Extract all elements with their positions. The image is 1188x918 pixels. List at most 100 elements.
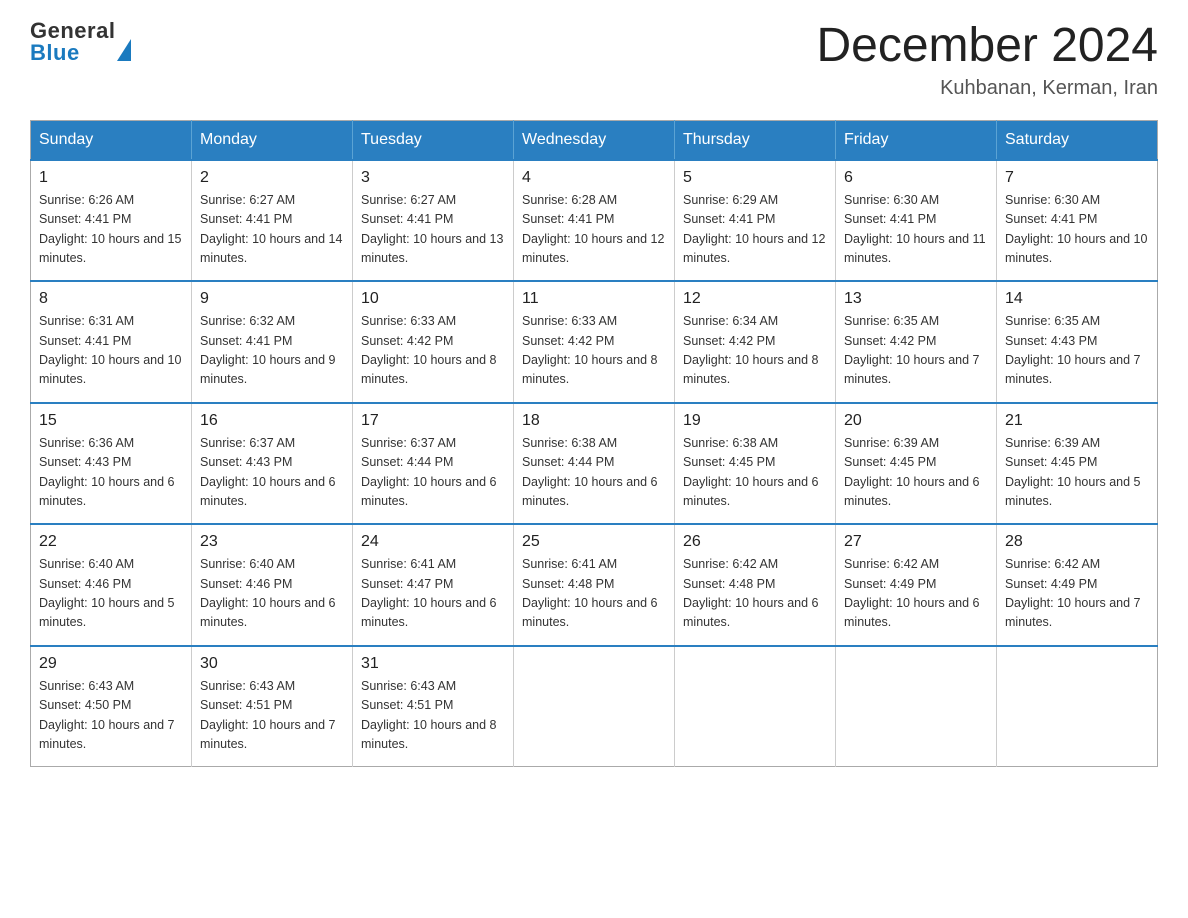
calendar-week-2: 8 Sunrise: 6:31 AMSunset: 4:41 PMDayligh… [31, 281, 1158, 403]
day-info: Sunrise: 6:40 AMSunset: 4:46 PMDaylight:… [200, 555, 344, 633]
logo-blue-text: Blue [30, 42, 115, 64]
calendar-cell: 2 Sunrise: 6:27 AMSunset: 4:41 PMDayligh… [192, 160, 353, 282]
day-info: Sunrise: 6:43 AMSunset: 4:50 PMDaylight:… [39, 677, 183, 755]
day-number: 11 [522, 290, 666, 308]
day-number: 27 [844, 533, 988, 551]
calendar-cell: 13 Sunrise: 6:35 AMSunset: 4:42 PMDaylig… [836, 281, 997, 403]
day-number: 24 [361, 533, 505, 551]
calendar-body: 1 Sunrise: 6:26 AMSunset: 4:41 PMDayligh… [31, 160, 1158, 767]
calendar-week-4: 22 Sunrise: 6:40 AMSunset: 4:46 PMDaylig… [31, 524, 1158, 646]
day-number: 2 [200, 169, 344, 187]
calendar-cell: 8 Sunrise: 6:31 AMSunset: 4:41 PMDayligh… [31, 281, 192, 403]
day-number: 6 [844, 169, 988, 187]
day-info: Sunrise: 6:43 AMSunset: 4:51 PMDaylight:… [200, 677, 344, 755]
day-info: Sunrise: 6:42 AMSunset: 4:48 PMDaylight:… [683, 555, 827, 633]
day-number: 23 [200, 533, 344, 551]
calendar-cell: 18 Sunrise: 6:38 AMSunset: 4:44 PMDaylig… [514, 403, 675, 525]
calendar-cell: 4 Sunrise: 6:28 AMSunset: 4:41 PMDayligh… [514, 160, 675, 282]
day-of-week-friday: Friday [836, 120, 997, 160]
calendar-cell: 28 Sunrise: 6:42 AMSunset: 4:49 PMDaylig… [997, 524, 1158, 646]
day-info: Sunrise: 6:26 AMSunset: 4:41 PMDaylight:… [39, 191, 183, 269]
day-info: Sunrise: 6:27 AMSunset: 4:41 PMDaylight:… [200, 191, 344, 269]
day-info: Sunrise: 6:40 AMSunset: 4:46 PMDaylight:… [39, 555, 183, 633]
day-info: Sunrise: 6:30 AMSunset: 4:41 PMDaylight:… [844, 191, 988, 269]
calendar-cell: 6 Sunrise: 6:30 AMSunset: 4:41 PMDayligh… [836, 160, 997, 282]
calendar-cell: 17 Sunrise: 6:37 AMSunset: 4:44 PMDaylig… [353, 403, 514, 525]
day-number: 22 [39, 533, 183, 551]
day-info: Sunrise: 6:32 AMSunset: 4:41 PMDaylight:… [200, 312, 344, 390]
day-info: Sunrise: 6:35 AMSunset: 4:43 PMDaylight:… [1005, 312, 1149, 390]
day-info: Sunrise: 6:36 AMSunset: 4:43 PMDaylight:… [39, 434, 183, 512]
day-info: Sunrise: 6:42 AMSunset: 4:49 PMDaylight:… [844, 555, 988, 633]
calendar-cell: 9 Sunrise: 6:32 AMSunset: 4:41 PMDayligh… [192, 281, 353, 403]
day-number: 18 [522, 412, 666, 430]
day-info: Sunrise: 6:43 AMSunset: 4:51 PMDaylight:… [361, 677, 505, 755]
day-of-week-tuesday: Tuesday [353, 120, 514, 160]
day-info: Sunrise: 6:27 AMSunset: 4:41 PMDaylight:… [361, 191, 505, 269]
calendar-cell: 27 Sunrise: 6:42 AMSunset: 4:49 PMDaylig… [836, 524, 997, 646]
calendar-cell: 15 Sunrise: 6:36 AMSunset: 4:43 PMDaylig… [31, 403, 192, 525]
calendar-cell: 23 Sunrise: 6:40 AMSunset: 4:46 PMDaylig… [192, 524, 353, 646]
calendar-cell: 12 Sunrise: 6:34 AMSunset: 4:42 PMDaylig… [675, 281, 836, 403]
day-info: Sunrise: 6:38 AMSunset: 4:44 PMDaylight:… [522, 434, 666, 512]
logo-general-text: General [30, 20, 115, 42]
day-of-week-monday: Monday [192, 120, 353, 160]
day-of-week-saturday: Saturday [997, 120, 1158, 160]
day-info: Sunrise: 6:30 AMSunset: 4:41 PMDaylight:… [1005, 191, 1149, 269]
day-info: Sunrise: 6:31 AMSunset: 4:41 PMDaylight:… [39, 312, 183, 390]
day-number: 13 [844, 290, 988, 308]
calendar-cell: 10 Sunrise: 6:33 AMSunset: 4:42 PMDaylig… [353, 281, 514, 403]
calendar-cell [836, 646, 997, 767]
day-of-week-thursday: Thursday [675, 120, 836, 160]
day-info: Sunrise: 6:41 AMSunset: 4:47 PMDaylight:… [361, 555, 505, 633]
calendar-cell: 1 Sunrise: 6:26 AMSunset: 4:41 PMDayligh… [31, 160, 192, 282]
day-number: 19 [683, 412, 827, 430]
day-number: 1 [39, 169, 183, 187]
logo: General Blue [30, 20, 131, 64]
calendar-cell: 19 Sunrise: 6:38 AMSunset: 4:45 PMDaylig… [675, 403, 836, 525]
day-info: Sunrise: 6:28 AMSunset: 4:41 PMDaylight:… [522, 191, 666, 269]
calendar-header: SundayMondayTuesdayWednesdayThursdayFrid… [31, 120, 1158, 160]
day-number: 20 [844, 412, 988, 430]
calendar-cell: 31 Sunrise: 6:43 AMSunset: 4:51 PMDaylig… [353, 646, 514, 767]
calendar-cell: 22 Sunrise: 6:40 AMSunset: 4:46 PMDaylig… [31, 524, 192, 646]
calendar-cell [997, 646, 1158, 767]
day-number: 15 [39, 412, 183, 430]
day-number: 8 [39, 290, 183, 308]
day-number: 30 [200, 655, 344, 673]
logo-triangle-icon [117, 39, 131, 61]
day-number: 29 [39, 655, 183, 673]
day-number: 3 [361, 169, 505, 187]
day-info: Sunrise: 6:42 AMSunset: 4:49 PMDaylight:… [1005, 555, 1149, 633]
calendar-cell [514, 646, 675, 767]
day-of-week-sunday: Sunday [31, 120, 192, 160]
calendar-cell: 29 Sunrise: 6:43 AMSunset: 4:50 PMDaylig… [31, 646, 192, 767]
calendar-cell: 7 Sunrise: 6:30 AMSunset: 4:41 PMDayligh… [997, 160, 1158, 282]
calendar-week-5: 29 Sunrise: 6:43 AMSunset: 4:50 PMDaylig… [31, 646, 1158, 767]
calendar-cell: 5 Sunrise: 6:29 AMSunset: 4:41 PMDayligh… [675, 160, 836, 282]
calendar-cell: 25 Sunrise: 6:41 AMSunset: 4:48 PMDaylig… [514, 524, 675, 646]
day-number: 16 [200, 412, 344, 430]
day-info: Sunrise: 6:33 AMSunset: 4:42 PMDaylight:… [361, 312, 505, 390]
day-info: Sunrise: 6:41 AMSunset: 4:48 PMDaylight:… [522, 555, 666, 633]
calendar-cell: 3 Sunrise: 6:27 AMSunset: 4:41 PMDayligh… [353, 160, 514, 282]
calendar-cell: 26 Sunrise: 6:42 AMSunset: 4:48 PMDaylig… [675, 524, 836, 646]
day-number: 12 [683, 290, 827, 308]
calendar-cell: 24 Sunrise: 6:41 AMSunset: 4:47 PMDaylig… [353, 524, 514, 646]
month-title: December 2024 [816, 20, 1158, 73]
calendar-cell: 30 Sunrise: 6:43 AMSunset: 4:51 PMDaylig… [192, 646, 353, 767]
calendar-cell [675, 646, 836, 767]
day-info: Sunrise: 6:34 AMSunset: 4:42 PMDaylight:… [683, 312, 827, 390]
day-number: 28 [1005, 533, 1149, 551]
page-header: General Blue December 2024 Kuhbanan, Ker… [30, 20, 1158, 100]
title-block: December 2024 Kuhbanan, Kerman, Iran [816, 20, 1158, 100]
day-info: Sunrise: 6:39 AMSunset: 4:45 PMDaylight:… [1005, 434, 1149, 512]
day-number: 25 [522, 533, 666, 551]
day-number: 7 [1005, 169, 1149, 187]
day-info: Sunrise: 6:35 AMSunset: 4:42 PMDaylight:… [844, 312, 988, 390]
day-number: 4 [522, 169, 666, 187]
calendar-table: SundayMondayTuesdayWednesdayThursdayFrid… [30, 120, 1158, 768]
day-number: 9 [200, 290, 344, 308]
day-number: 17 [361, 412, 505, 430]
calendar-cell: 20 Sunrise: 6:39 AMSunset: 4:45 PMDaylig… [836, 403, 997, 525]
